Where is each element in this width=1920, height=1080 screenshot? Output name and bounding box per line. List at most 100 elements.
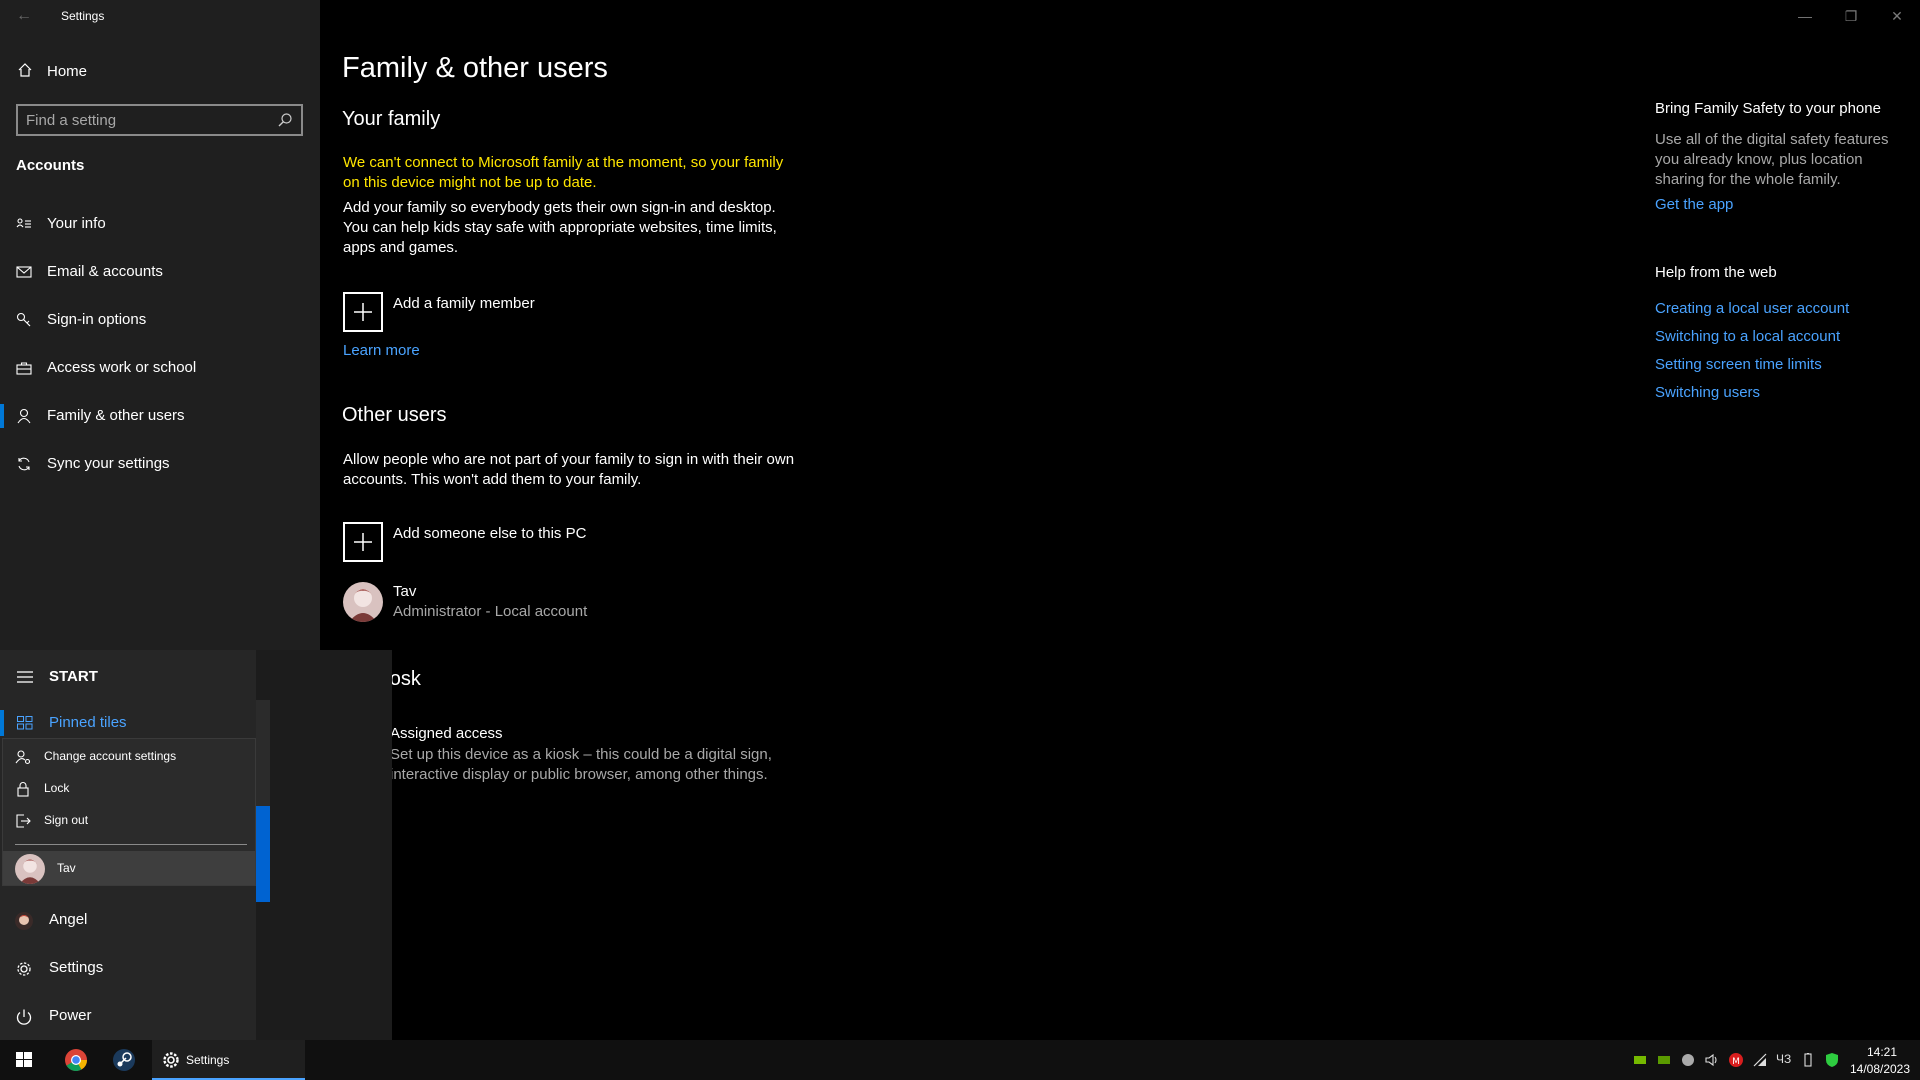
restore-button[interactable]: ❐: [1828, 0, 1874, 32]
add-family-member-button[interactable]: Add a family member: [343, 292, 743, 332]
other-users-heading: Other users: [342, 404, 447, 426]
clock-date[interactable]: 14/08/2023: [1848, 1062, 1912, 1076]
nav-access-work-school[interactable]: Access work or school: [0, 348, 320, 388]
family-safety-text: Use all of the digital safety features y…: [1655, 131, 1889, 188]
start-item-label: Settings: [49, 959, 104, 976]
learn-more-link[interactable]: Learn more: [343, 342, 420, 359]
flyout-user-item[interactable]: Tav: [3, 851, 255, 885]
nav-label: Email & accounts: [47, 263, 163, 280]
assigned-access-link[interactable]: Assigned access: [390, 725, 503, 742]
user-avatar: [15, 854, 45, 884]
steam-icon: [113, 1049, 135, 1071]
back-button[interactable]: ←: [10, 4, 38, 28]
scrollbar-thumb[interactable]: [256, 806, 270, 902]
person-settings-icon: [15, 750, 31, 765]
chrome-taskbar-button[interactable]: [52, 1040, 100, 1080]
home-link[interactable]: Home: [0, 58, 320, 88]
start-item-label: Power: [49, 1007, 92, 1024]
app-title: Settings: [61, 9, 105, 23]
help-link-switching-users[interactable]: Switching users: [1655, 384, 1760, 401]
flyout-label: Sign out: [44, 813, 89, 827]
search-icon[interactable]: [277, 112, 293, 128]
key-icon: [16, 312, 31, 327]
nav-family-other-users[interactable]: Family & other users: [0, 396, 320, 436]
settings-search-box[interactable]: [16, 104, 303, 136]
nvidia-icon[interactable]: [1632, 1052, 1648, 1068]
assigned-access-description: Set up this device as a kiosk – this cou…: [390, 746, 772, 783]
start-user-angel[interactable]: Angel: [0, 900, 256, 940]
page-title: Family & other users: [342, 52, 608, 84]
your-family-heading: Your family: [342, 108, 441, 130]
svg-text:M: M: [1732, 1057, 1740, 1067]
settings-taskbar-button[interactable]: Settings: [152, 1040, 305, 1080]
battery-icon[interactable]: [1800, 1052, 1816, 1068]
plus-icon: [343, 522, 383, 562]
start-button[interactable]: [0, 1040, 48, 1080]
taskbar-settings-label: Settings: [186, 1053, 230, 1067]
power-icon: [16, 1009, 32, 1025]
start-item-label: Angel: [49, 911, 88, 928]
title-bar: ← Settings: [0, 0, 320, 32]
pinned-tiles-button[interactable]: Pinned tiles: [0, 708, 256, 738]
person-icon: [17, 408, 31, 424]
start-power[interactable]: Power: [0, 996, 256, 1036]
help-link-screen-time[interactable]: Setting screen time limits: [1655, 356, 1822, 373]
settings-search-input[interactable]: [26, 110, 266, 130]
antivirus-icon[interactable]: M: [1728, 1052, 1744, 1068]
nav-label: Sync your settings: [47, 455, 170, 472]
keyboard-language-indicator[interactable]: ЧЗ: [1776, 1052, 1791, 1066]
taskbar: Settings M ЧЗ 14:21 14/08/2023: [0, 1040, 1920, 1080]
gear-icon: [17, 962, 31, 976]
volume-icon[interactable]: [1704, 1052, 1720, 1068]
lock-icon: [17, 782, 29, 797]
chrome-icon: [65, 1049, 87, 1071]
hamburger-icon: [17, 671, 33, 683]
flyout-label: Change account settings: [44, 749, 177, 763]
pinned-tiles-label: Pinned tiles: [49, 714, 127, 731]
gear-icon: [163, 1052, 179, 1068]
close-button[interactable]: ✕: [1874, 0, 1920, 32]
add-someone-else-label: Add someone else to this PC: [393, 525, 587, 542]
contact-card-icon: [16, 218, 31, 228]
lock-item[interactable]: Lock: [3, 773, 255, 803]
windows-logo-icon: [16, 1052, 32, 1067]
flyout-user-name: Tav: [57, 861, 76, 875]
help-link-switch-local[interactable]: Switching to a local account: [1655, 328, 1840, 345]
other-users-description: Allow people who are not part of your fa…: [343, 451, 795, 488]
nav-label: Your info: [47, 215, 106, 232]
home-icon: [18, 63, 32, 77]
nav-label: Sign-in options: [47, 311, 147, 328]
nav-sign-in-options[interactable]: Sign-in options: [0, 300, 320, 340]
user-account-row[interactable]: Tav Administrator - Local account: [343, 582, 743, 626]
help-heading: Help from the web: [1655, 264, 1777, 281]
steam-taskbar-button[interactable]: [100, 1040, 148, 1080]
home-label: Home: [47, 63, 88, 80]
active-indicator: [0, 404, 4, 428]
security-shield-icon[interactable]: [1824, 1052, 1840, 1068]
mail-icon: [16, 266, 32, 278]
help-link-local-account[interactable]: Creating a local user account: [1655, 300, 1849, 317]
sign-out-item[interactable]: Sign out: [3, 805, 255, 835]
tiles-scrollbar[interactable]: [256, 700, 270, 902]
start-expand-button[interactable]: START: [0, 662, 256, 692]
start-settings[interactable]: Settings: [0, 948, 256, 988]
nav-sync-settings[interactable]: Sync your settings: [0, 444, 320, 484]
section-heading: Accounts: [16, 157, 85, 174]
get-app-link[interactable]: Get the app: [1655, 196, 1733, 213]
start-menu-rail: START Pinned tiles Change account settin…: [0, 650, 256, 1040]
minimize-button[interactable]: —: [1782, 0, 1828, 32]
add-someone-else-button[interactable]: Add someone else to this PC: [343, 522, 743, 562]
nvidia-share-icon[interactable]: [1656, 1052, 1672, 1068]
family-description: Add your family so everybody gets their …: [343, 199, 777, 256]
briefcase-icon: [16, 362, 32, 375]
steam-tray-icon[interactable]: [1680, 1052, 1696, 1068]
nav-email-accounts[interactable]: Email & accounts: [0, 252, 320, 292]
nav-your-info[interactable]: Your info: [0, 204, 320, 244]
clock-time[interactable]: 14:21: [1860, 1045, 1904, 1059]
user-avatar: [343, 582, 383, 622]
change-account-settings-item[interactable]: Change account settings: [3, 741, 255, 771]
network-icon[interactable]: [1752, 1052, 1768, 1068]
flyout-label: Lock: [44, 781, 70, 795]
add-family-member-label: Add a family member: [393, 295, 535, 312]
sync-icon: [18, 457, 30, 471]
